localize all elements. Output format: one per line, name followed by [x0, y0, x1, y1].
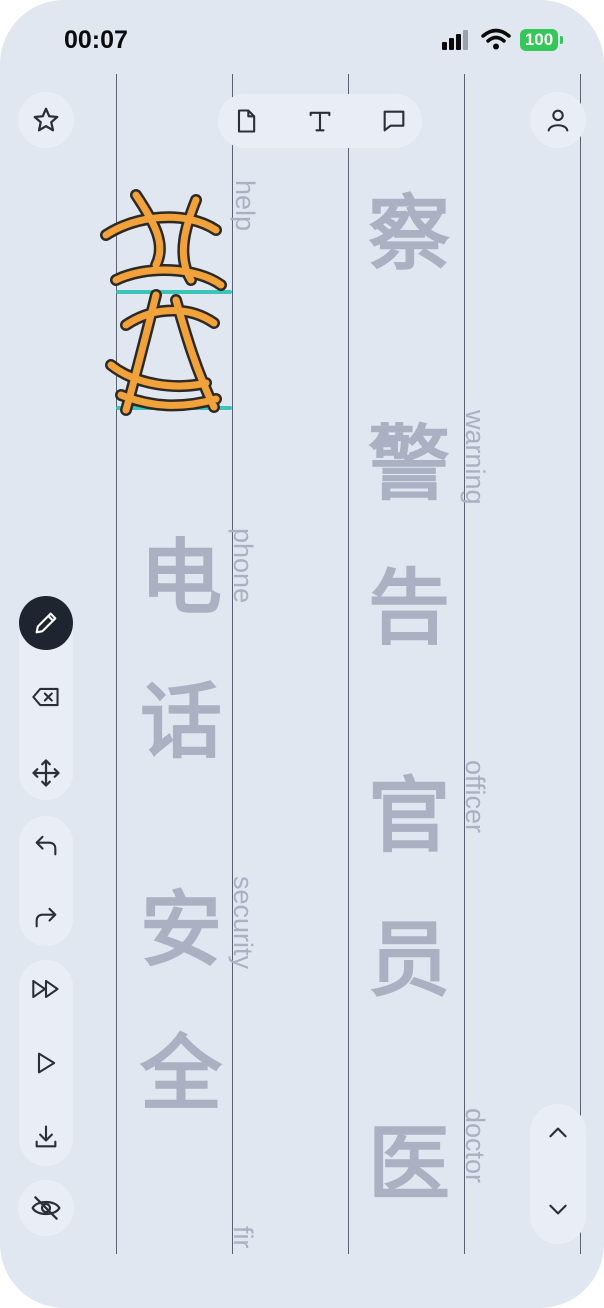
chevron-up-icon: [549, 1127, 567, 1138]
undo-icon: [35, 835, 57, 856]
trace-character: 医: [368, 1117, 451, 1212]
status-bar: 00:07 100: [0, 0, 604, 70]
drawing-tools: [19, 596, 73, 800]
fast-forward-button[interactable]: [19, 962, 73, 1016]
fast-forward-icon: [32, 979, 59, 999]
history-tools: [19, 816, 73, 946]
redo-icon: [35, 907, 57, 928]
grid-line: [348, 74, 349, 1254]
star-icon: [33, 107, 59, 132]
english-label: officer: [460, 760, 490, 834]
english-label: fir: [228, 1226, 258, 1249]
practice-sheet[interactable]: 电 话 安 全 察 警 告 官 员 医 help phone security …: [0, 0, 604, 1308]
wifi-icon: [481, 28, 511, 50]
scroll-down-button[interactable]: [531, 1182, 585, 1236]
comment-icon: [383, 110, 405, 132]
play-button[interactable]: [19, 1036, 73, 1090]
top-toolbar: [218, 94, 422, 148]
trace-character: 安: [140, 883, 223, 978]
undo-button[interactable]: [19, 818, 73, 872]
trace-character: 告: [368, 561, 451, 656]
download-button[interactable]: [19, 1110, 73, 1164]
phone-screen: 电 话 安 全 察 警 告 官 员 医 help phone security …: [0, 0, 604, 1308]
play-icon: [37, 1052, 56, 1074]
english-label: security: [228, 876, 258, 970]
trace-character: 员: [368, 913, 451, 1008]
trace-character: 察: [368, 187, 451, 282]
grid-line: [464, 74, 465, 1254]
move-tool-button[interactable]: [19, 746, 73, 800]
scroll-controls: [530, 1104, 586, 1244]
status-time: 00:07: [64, 26, 128, 54]
signal-icon: [442, 30, 468, 50]
english-label: phone: [228, 528, 258, 604]
hide-icon: [31, 1196, 61, 1220]
download-icon: [35, 1125, 57, 1148]
delete-icon: [32, 687, 59, 707]
english-label: warning: [460, 410, 490, 505]
text-button[interactable]: [292, 94, 348, 148]
playback-tools: [19, 960, 73, 1166]
trace-character: 话: [140, 675, 223, 770]
english-label: doctor: [460, 1108, 490, 1184]
profile-button[interactable]: [530, 92, 586, 148]
scroll-up-button[interactable]: [531, 1106, 585, 1160]
favorite-button[interactable]: [18, 92, 74, 148]
move-icon: [32, 759, 60, 787]
document-button[interactable]: [218, 94, 274, 148]
redo-button[interactable]: [19, 890, 73, 944]
battery-tip: [560, 36, 563, 44]
comment-button[interactable]: [366, 94, 422, 148]
pencil-icon: [35, 612, 57, 634]
text-icon: [309, 111, 331, 132]
battery-indicator: 100: [520, 29, 558, 51]
trace-character: 全: [140, 1027, 223, 1122]
person-icon: [547, 109, 569, 132]
grid-line: [580, 74, 581, 1254]
hide-button[interactable]: [18, 1180, 74, 1236]
pencil-tool-button[interactable]: [19, 596, 73, 650]
delete-tool-button[interactable]: [19, 670, 73, 724]
document-icon: [237, 109, 256, 133]
trace-character: 官: [368, 769, 451, 864]
handwriting-stroke: [100, 189, 227, 416]
chevron-down-icon: [549, 1204, 567, 1215]
trace-character: 电: [140, 531, 223, 626]
trace-character: 警: [368, 417, 451, 512]
